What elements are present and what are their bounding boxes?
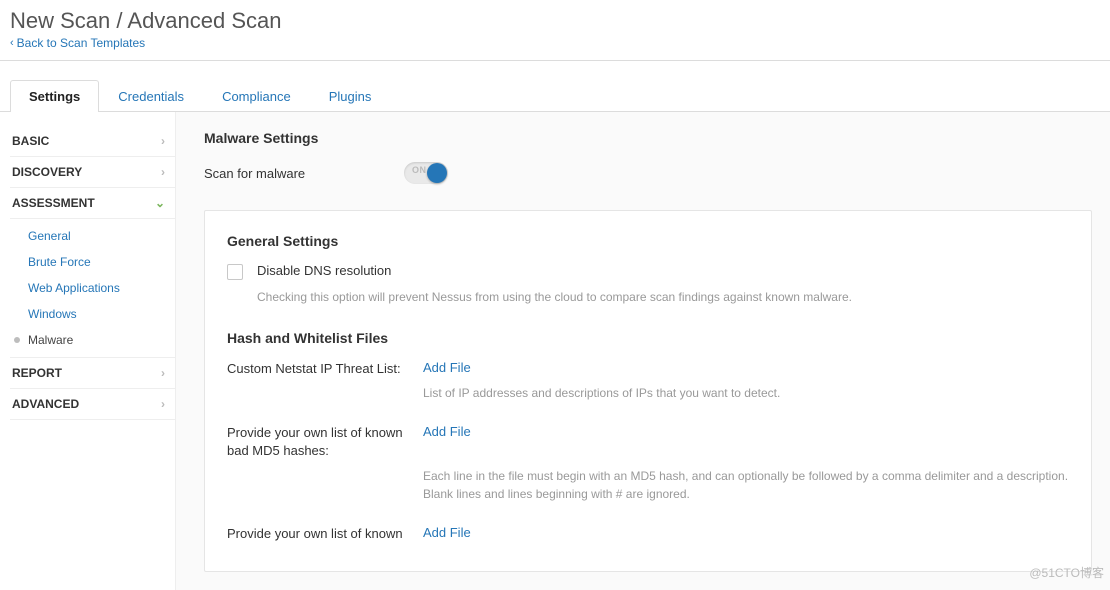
disable-dns-help: Checking this option will prevent Nessus… [257,288,1069,306]
sidebar-cat-label: ASSESSMENT [12,196,95,210]
sidebar-cat-label: DISCOVERY [12,165,82,179]
sidebar-cat-advanced[interactable]: ADVANCED › [10,389,175,420]
general-settings-panel: General Settings Disable DNS resolution … [204,210,1092,572]
sidebar-item-malware[interactable]: Malware [10,327,175,353]
bad-md5-add-file[interactable]: Add File [423,424,471,439]
sidebar-cat-label: ADVANCED [12,397,79,411]
chevron-right-icon: › [161,366,165,380]
known-list-add-file[interactable]: Add File [423,525,471,540]
chevron-left-icon: ‹ [10,37,14,49]
toggle-on-text: ON [412,165,427,175]
sidebar-item-brute-force[interactable]: Brute Force [10,249,175,275]
sidebar-item-windows[interactable]: Windows [10,301,175,327]
bad-md5-label: Provide your own list of known bad MD5 h… [227,424,423,460]
tab-compliance[interactable]: Compliance [203,80,310,112]
general-settings-title: General Settings [227,233,1069,249]
disable-dns-label: Disable DNS resolution [257,263,391,278]
assessment-subitems: General Brute Force Web Applications Win… [10,219,175,358]
scan-for-malware-label: Scan for malware [204,166,404,181]
threat-list-help: List of IP addresses and descriptions of… [423,384,1069,402]
toggle-knob [427,163,447,183]
disable-dns-checkbox[interactable] [227,264,243,280]
watermark: @51CTO博客 [1029,564,1104,581]
sidebar-item-general[interactable]: General [10,223,175,249]
tab-settings[interactable]: Settings [10,80,99,112]
page-title: New Scan / Advanced Scan [10,8,1100,34]
back-label: Back to Scan Templates [17,36,146,50]
tabs-bar: Settings Credentials Compliance Plugins [0,79,1110,112]
back-to-templates-link[interactable]: ‹ Back to Scan Templates [10,36,145,50]
malware-settings-title: Malware Settings [204,130,1092,146]
hash-whitelist-title: Hash and Whitelist Files [227,330,1069,346]
tab-credentials[interactable]: Credentials [99,80,203,112]
chevron-right-icon: › [161,134,165,148]
known-list-label: Provide your own list of known [227,525,423,543]
header-divider [0,60,1110,61]
threat-list-add-file[interactable]: Add File [423,360,471,375]
sidebar-item-web-apps[interactable]: Web Applications [10,275,175,301]
sidebar-cat-assessment[interactable]: ASSESSMENT ⌄ [10,188,175,219]
threat-list-label: Custom Netstat IP Threat List: [227,360,423,378]
bad-md5-help: Each line in the file must begin with an… [423,467,1069,503]
tab-plugins[interactable]: Plugins [310,80,391,112]
chevron-right-icon: › [161,165,165,179]
main-panel: Malware Settings Scan for malware ON Gen… [175,112,1110,590]
sidebar-cat-label: REPORT [12,366,62,380]
scan-for-malware-toggle[interactable]: ON [404,162,448,184]
settings-sidebar: BASIC › DISCOVERY › ASSESSMENT ⌄ General… [0,112,175,590]
chevron-right-icon: › [161,397,165,411]
chevron-down-icon: ⌄ [155,196,165,210]
sidebar-cat-report[interactable]: REPORT › [10,358,175,389]
sidebar-cat-basic[interactable]: BASIC › [10,126,175,157]
sidebar-cat-discovery[interactable]: DISCOVERY › [10,157,175,188]
sidebar-cat-label: BASIC [12,134,49,148]
